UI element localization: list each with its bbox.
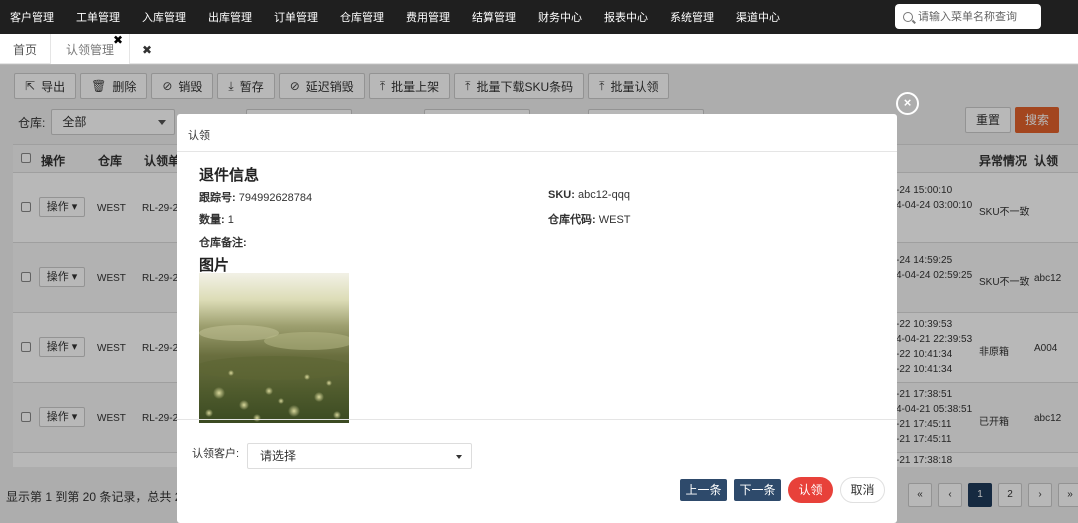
nav-orders[interactable]: 订单管理: [264, 9, 318, 25]
modal-title: 认领: [177, 114, 897, 152]
claim-modal: 认领 退件信息 跟踪号: 794992628784 SKU: abc12-qqq…: [177, 114, 897, 523]
tab-label: 认领管理: [65, 43, 114, 57]
sku: SKU: abc12-qqq: [548, 189, 630, 201]
warehouse-code-value: WEST: [598, 214, 631, 226]
nav-finance[interactable]: 财务中心: [528, 9, 582, 25]
nav-settlement[interactable]: 结算管理: [462, 9, 516, 25]
sku-value: abc12-qqq: [577, 189, 630, 201]
tab-bar: 首页 认领管理 ✖ ✖: [0, 33, 1078, 64]
menu-search-input[interactable]: [918, 10, 1036, 23]
modal-close-icon[interactable]: ×: [896, 92, 919, 115]
warehouse-code-label: 仓库代码:: [548, 214, 596, 226]
nav-fees[interactable]: 费用管理: [396, 9, 450, 25]
nav-outbound[interactable]: 出库管理: [198, 9, 252, 25]
claim-button[interactable]: 认领: [788, 477, 833, 503]
cancel-button[interactable]: 取消: [840, 477, 885, 503]
top-nav: 客户管理 工单管理 入库管理 出库管理 订单管理 仓库管理 费用管理 结算管理 …: [0, 0, 1078, 34]
nav-workorder[interactable]: 工单管理: [66, 9, 120, 25]
nav-channel[interactable]: 渠道中心: [726, 9, 780, 25]
close-all-tabs-icon[interactable]: ✖: [130, 34, 164, 64]
return-item-photo[interactable]: [199, 273, 349, 423]
quantity-label: 数量:: [199, 214, 225, 226]
tracking-value: 794992628784: [238, 192, 313, 204]
previous-button[interactable]: 上一条: [680, 479, 727, 501]
claim-customer-select[interactable]: 请选择: [247, 443, 472, 469]
warehouse-note: 仓库备注:: [199, 234, 247, 250]
nav-customer[interactable]: 客户管理: [0, 9, 54, 25]
tracking-label: 跟踪号:: [199, 192, 236, 204]
warehouse-note-label: 仓库备注:: [199, 237, 247, 249]
search-icon: [903, 11, 913, 22]
photo-image: [199, 273, 349, 423]
nav-warehouse[interactable]: 仓库管理: [330, 9, 384, 25]
next-button[interactable]: 下一条: [734, 479, 781, 501]
warehouse-code: 仓库代码: WEST: [548, 211, 631, 227]
return-info-title: 退件信息: [199, 167, 260, 184]
tab-home[interactable]: 首页: [0, 34, 50, 64]
claim-customer-label: 认领客户:: [192, 448, 240, 460]
menu-search: [895, 4, 1041, 29]
sku-label: SKU:: [548, 189, 575, 201]
quantity: 数量: 1: [199, 211, 234, 227]
nav-reports[interactable]: 报表中心: [594, 9, 648, 25]
quantity-value: 1: [227, 214, 234, 226]
tab-claim-management[interactable]: 认领管理 ✖: [50, 33, 130, 64]
close-tab-icon[interactable]: ✖: [113, 24, 123, 56]
nav-system[interactable]: 系统管理: [660, 9, 714, 25]
tracking-number: 跟踪号: 794992628784: [199, 189, 312, 205]
nav-inbound[interactable]: 入库管理: [132, 9, 186, 25]
modal-divider: [177, 419, 897, 420]
images-title: 图片: [199, 257, 230, 274]
